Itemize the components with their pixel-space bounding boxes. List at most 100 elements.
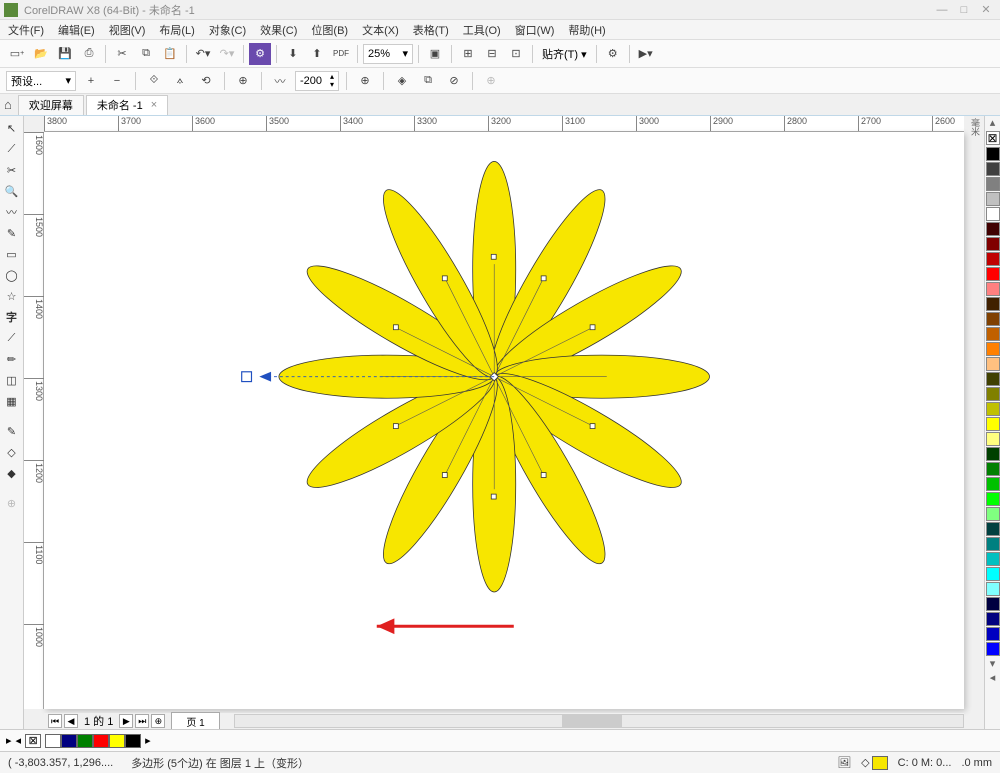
connector-tool[interactable]: ✏ — [2, 349, 22, 369]
menu-table[interactable]: 表格(T) — [413, 22, 449, 38]
snap-grid-button[interactable]: ⊡ — [505, 43, 527, 65]
doc-color-swatch[interactable] — [125, 734, 141, 748]
color-swatch[interactable] — [986, 252, 1000, 266]
color-swatch[interactable] — [986, 477, 1000, 491]
menu-file[interactable]: 文件(F) — [8, 22, 44, 38]
color-swatch[interactable] — [986, 282, 1000, 296]
color-swatch[interactable] — [986, 147, 1000, 161]
remove-preset-button[interactable]: − — [106, 70, 128, 92]
palette-menu-button[interactable]: ▸ — [6, 734, 12, 747]
pdf-button[interactable]: PDF — [330, 43, 352, 65]
palette-scroll-right[interactable]: ▸ — [145, 734, 151, 747]
menu-text[interactable]: 文本(X) — [362, 22, 399, 38]
tab-document[interactable]: 未命名 -1× — [86, 95, 168, 115]
amplitude-input[interactable]: -200▴▾ — [295, 71, 339, 91]
no-color-swatch[interactable]: ⊠ — [986, 131, 1000, 145]
page-first-button[interactable]: ⏮ — [48, 714, 62, 728]
clear-button[interactable]: ⊘ — [443, 70, 465, 92]
color-swatch[interactable] — [986, 402, 1000, 416]
color-swatch[interactable] — [986, 372, 1000, 386]
zoom-tool[interactable]: 🔍 — [2, 181, 22, 201]
cut-button[interactable]: ✂ — [111, 43, 133, 65]
fill-indicator[interactable]: ◇ — [861, 756, 887, 770]
home-icon[interactable]: ⌂ — [4, 97, 12, 112]
outline-tool[interactable]: ◇ — [2, 442, 22, 462]
zoom-dropdown[interactable]: 25%▾ — [363, 44, 413, 64]
more-button[interactable]: ⊕ — [480, 70, 502, 92]
color-swatch[interactable] — [986, 492, 1000, 506]
copy-button[interactable]: ⧉ — [135, 43, 157, 65]
palette-down-button[interactable]: ▾ — [985, 657, 1000, 671]
polygon-tool[interactable]: ☆ — [2, 286, 22, 306]
paste-button[interactable]: 📋 — [159, 43, 181, 65]
page-add-button[interactable]: ⊕ — [151, 714, 165, 728]
menu-window[interactable]: 窗口(W) — [515, 22, 555, 38]
wave-icon[interactable]: 〰 — [269, 70, 291, 92]
menu-effects[interactable]: 效果(C) — [260, 22, 297, 38]
launch-button[interactable]: ▶▾ — [635, 43, 657, 65]
rectangle-tool[interactable]: ▭ — [2, 244, 22, 264]
color-swatch[interactable] — [986, 507, 1000, 521]
color-swatch[interactable] — [986, 417, 1000, 431]
menu-edit[interactable]: 编辑(E) — [58, 22, 95, 38]
guides-button[interactable]: ⊟ — [481, 43, 503, 65]
color-swatch[interactable] — [986, 447, 1000, 461]
freehand-tool[interactable]: 〰 — [2, 202, 22, 222]
color-swatch[interactable] — [986, 462, 1000, 476]
restore-button[interactable]: □ — [954, 3, 974, 17]
snap-dropdown[interactable]: 贴齐(T) ▾ — [538, 46, 591, 62]
doc-color-swatch[interactable] — [77, 734, 93, 748]
color-swatch[interactable] — [986, 357, 1000, 371]
minimize-button[interactable]: — — [932, 3, 952, 17]
open-button[interactable]: 📂 — [30, 43, 52, 65]
quickcustom-button[interactable]: ⊕ — [2, 493, 22, 513]
palette-scroll-left[interactable]: ◂ — [16, 734, 22, 747]
distort-twister-icon[interactable]: ⟲ — [195, 70, 217, 92]
import-button[interactable]: ⬇ — [282, 43, 304, 65]
color-swatch[interactable] — [986, 567, 1000, 581]
copy-props-button[interactable]: ⧉ — [417, 70, 439, 92]
menu-object[interactable]: 对象(C) — [209, 22, 246, 38]
eyedropper-tool[interactable]: ✎ — [2, 421, 22, 441]
new-button[interactable]: ▭+ — [6, 43, 28, 65]
page-prev-button[interactable]: ◀ — [64, 714, 78, 728]
palette-up-button[interactable]: ▴ — [985, 116, 1000, 130]
color-swatch[interactable] — [986, 312, 1000, 326]
undo-button[interactable]: ↶▾ — [192, 43, 214, 65]
grid-button[interactable]: ⊞ — [457, 43, 479, 65]
distort-push-icon[interactable]: ⟐ — [143, 70, 165, 92]
center-icon[interactable]: ⊕ — [232, 70, 254, 92]
close-button[interactable]: ✕ — [976, 3, 996, 17]
print-button[interactable]: ⎙ — [78, 43, 100, 65]
proof-icon[interactable]: 🖼 — [837, 756, 851, 769]
page-tab[interactable]: 页 1 — [171, 712, 219, 730]
color-swatch[interactable] — [986, 537, 1000, 551]
color-swatch[interactable] — [986, 327, 1000, 341]
menu-view[interactable]: 视图(V) — [109, 22, 146, 38]
dimension-tool[interactable]: ⟋ — [2, 328, 22, 348]
color-swatch[interactable] — [986, 162, 1000, 176]
text-tool[interactable]: 字 — [2, 307, 22, 327]
ruler-horizontal[interactable]: 3800370036003500340033003200310030002900… — [44, 116, 964, 132]
color-swatch[interactable] — [986, 222, 1000, 236]
artistic-tool[interactable]: ✎ — [2, 223, 22, 243]
drawing-canvas[interactable] — [44, 132, 964, 709]
color-swatch[interactable] — [986, 597, 1000, 611]
search-button[interactable]: ⚙ — [249, 43, 271, 65]
tab-welcome[interactable]: 欢迎屏幕 — [18, 95, 84, 115]
doc-color-swatch[interactable] — [93, 734, 109, 748]
color-swatch[interactable] — [986, 342, 1000, 356]
color-swatch[interactable] — [986, 267, 1000, 281]
color-swatch[interactable] — [986, 297, 1000, 311]
color-swatch[interactable] — [986, 522, 1000, 536]
color-swatch[interactable] — [986, 642, 1000, 656]
convert-button[interactable]: ◈ — [391, 70, 413, 92]
hscrollbar[interactable] — [234, 714, 964, 728]
options-button[interactable]: ⚙ — [602, 43, 624, 65]
color-swatch[interactable] — [986, 627, 1000, 641]
ruler-vertical[interactable]: 1600150014001300120011001000 — [24, 132, 44, 709]
save-button[interactable]: 💾 — [54, 43, 76, 65]
page-last-button[interactable]: ⏭ — [135, 714, 149, 728]
add-preset-button[interactable]: + — [80, 70, 102, 92]
color-swatch[interactable] — [986, 192, 1000, 206]
